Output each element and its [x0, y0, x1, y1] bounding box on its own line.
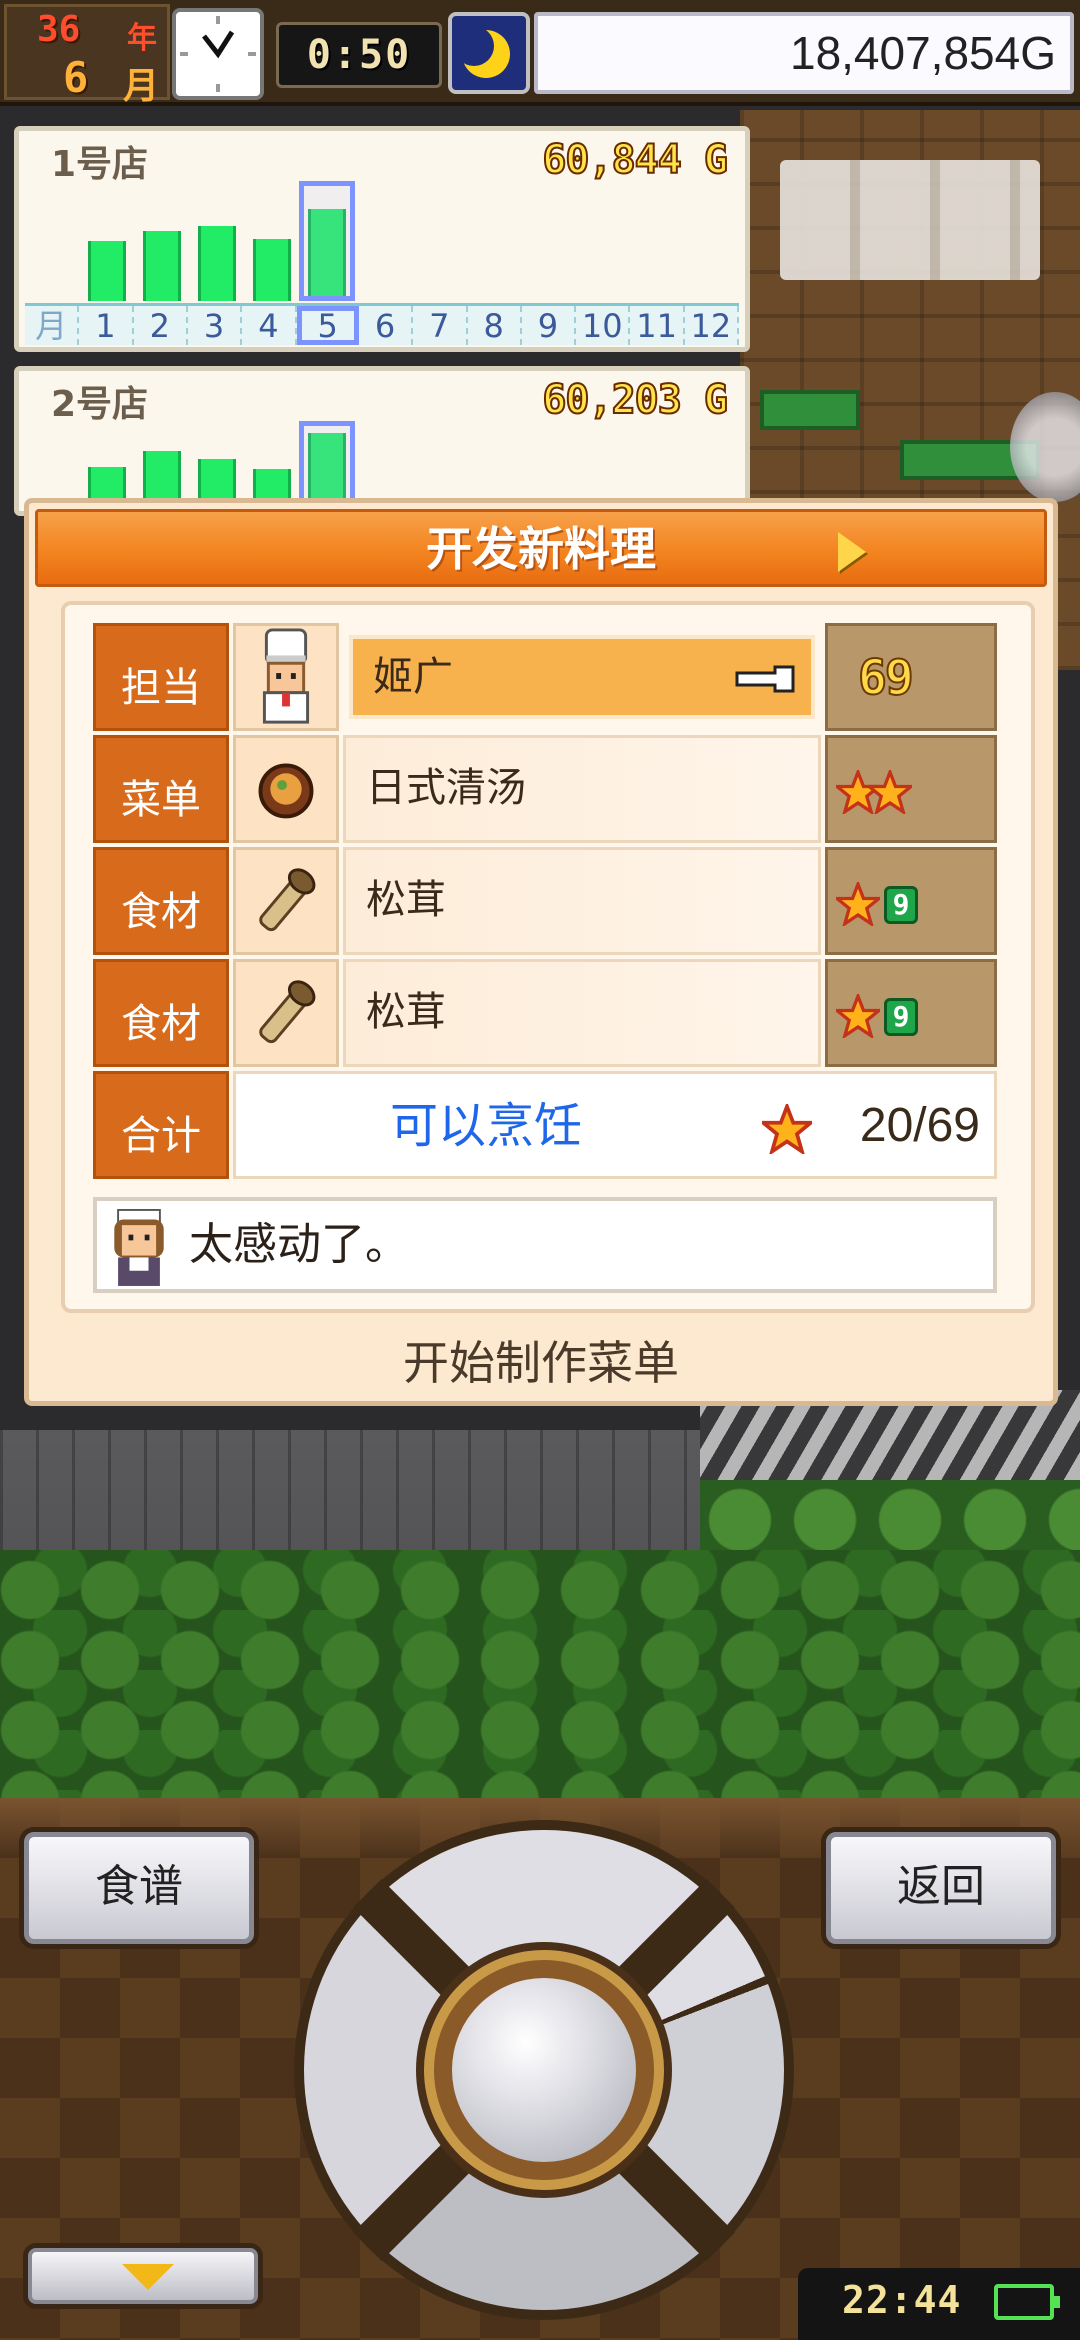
top-status-bar: 36 年 6 月 0:50 18,407,854G — [0, 0, 1080, 107]
controller-area: 食谱 返回 22:44 — [0, 1798, 1080, 2340]
star-icon — [836, 994, 880, 1038]
row-label: 食材 — [93, 959, 229, 1067]
month-tick: 9 — [522, 306, 577, 345]
store-sales-value: 60,203 G — [541, 376, 729, 424]
menu-name-field[interactable]: 日式清汤 — [343, 735, 821, 843]
develop-dish-dialog: 开发新料理 担当 姬广 69 菜单 日式清汤 食材 松茸 9 食材 松茸 9 合… — [24, 498, 1058, 1406]
month-unit: 月 — [123, 66, 160, 107]
store-name: 2号店 — [51, 384, 149, 425]
dpad-center-button[interactable] — [424, 1950, 664, 2190]
month-tick: 3 — [188, 306, 243, 345]
cookable-status: 可以烹饪 — [389, 1098, 582, 1154]
sales-bar — [198, 226, 237, 301]
battery-icon — [994, 2284, 1060, 2320]
month-tick: 4 — [242, 306, 297, 345]
sales-bar — [143, 231, 182, 301]
ingredient-rating: 9 — [825, 959, 997, 1067]
hand-pointer-icon — [735, 665, 795, 693]
row-label: 担当 — [93, 623, 229, 731]
store-sales-panel[interactable]: 2号店 60,203 G — [14, 366, 750, 516]
month-axis: 月 1 2 3 4 5 6 7 8 9 10 11 12 — [25, 303, 740, 345]
store-name: 1号店 — [51, 144, 149, 185]
moon-icon — [448, 12, 530, 94]
recipe-button[interactable]: 食谱 — [24, 1832, 254, 1944]
money-display: 18,407,854G — [534, 12, 1074, 94]
row-label: 菜单 — [93, 735, 229, 843]
ingredient-level-badge: 9 — [884, 998, 918, 1036]
year-value: 36 — [37, 9, 81, 50]
ingredient-row[interactable]: 食材 松茸 9 — [93, 959, 997, 1067]
row-label: 合计 — [93, 1071, 229, 1179]
ingredient-name-field[interactable]: 松茸 — [343, 847, 821, 955]
year-unit: 年 — [127, 21, 157, 56]
month-value: 6 — [63, 53, 89, 102]
dialog-header: 开发新料理 — [35, 509, 1047, 587]
comment-box: 太感动了。 — [93, 1197, 997, 1293]
current-month-highlight — [299, 181, 356, 301]
comment-text: 太感动了。 — [189, 1219, 409, 1270]
ingredient-level-badge: 9 — [884, 886, 918, 924]
chef-skill-rating: 69 — [825, 623, 997, 731]
menu-rating — [825, 735, 997, 843]
device-status: 22:44 — [798, 2268, 1080, 2340]
game-time: 0:50 — [276, 22, 442, 88]
month-tick: 10 — [576, 306, 631, 345]
soup-bowl-icon — [233, 735, 339, 843]
total-row: 合计 可以烹饪 20/69 — [93, 1071, 997, 1179]
ingredient-rating: 9 — [825, 847, 997, 955]
sales-bar — [88, 241, 127, 301]
month-tick-selected: 5 — [296, 306, 359, 345]
status-time: 22:44 — [842, 2278, 962, 2322]
chef-row[interactable]: 担当 姬广 69 — [93, 623, 997, 731]
month-axis-unit: 月 — [25, 306, 80, 345]
chef-level: 69 — [857, 649, 915, 707]
waitress-avatar-icon — [114, 1209, 164, 1286]
trees — [0, 1550, 1080, 1800]
month-tick: 7 — [413, 306, 468, 345]
month-tick: 1 — [79, 306, 134, 345]
date-display: 36 年 6 月 — [4, 4, 170, 107]
matsutake-icon — [233, 847, 339, 955]
sales-bar — [253, 239, 292, 301]
star-icon — [836, 882, 880, 926]
store-sales-value: 60,844 G — [541, 136, 729, 184]
back-button[interactable]: 返回 — [826, 1832, 1056, 1944]
menu-row[interactable]: 菜单 日式清汤 — [93, 735, 997, 843]
dialog-content: 担当 姬广 69 菜单 日式清汤 食材 松茸 9 食材 松茸 9 合计 可以烹饪… — [61, 601, 1035, 1313]
total-score: 20/69 — [859, 1099, 980, 1152]
next-arrow-icon[interactable] — [838, 532, 866, 572]
total-summary: 可以烹饪 20/69 — [233, 1071, 997, 1179]
clock-icon — [172, 8, 264, 100]
chef-name-field[interactable]: 姬广 — [349, 635, 815, 719]
ingredient-name-field[interactable]: 松茸 — [343, 959, 821, 1067]
matsutake-icon — [233, 959, 339, 1067]
star-icon — [762, 1104, 812, 1154]
restaurant-tables — [780, 160, 1040, 280]
directional-pad[interactable] — [294, 1820, 794, 2320]
ingredient-row[interactable]: 食材 松茸 9 — [93, 847, 997, 955]
dialog-title: 开发新料理 — [426, 522, 656, 576]
store-sales-panel[interactable]: 1号店 60,844 G 月 1 2 3 4 5 6 7 8 9 10 11 1… — [14, 126, 750, 352]
sales-bar-chart — [19, 181, 745, 301]
star-icon — [868, 770, 912, 814]
chef-name: 姬广 — [373, 654, 453, 700]
month-tick: 6 — [359, 306, 414, 345]
row-label: 食材 — [93, 847, 229, 955]
month-tick: 12 — [685, 306, 740, 345]
restaurant-booth — [760, 390, 860, 430]
chevron-down-icon — [122, 2264, 174, 2290]
chef-icon — [233, 623, 339, 731]
scroll-down-button[interactable] — [28, 2248, 258, 2304]
month-tick: 8 — [468, 306, 522, 345]
start-cooking-button[interactable]: 开始制作菜单 — [29, 1323, 1053, 1403]
month-tick: 11 — [630, 306, 685, 345]
month-tick: 2 — [134, 306, 188, 345]
